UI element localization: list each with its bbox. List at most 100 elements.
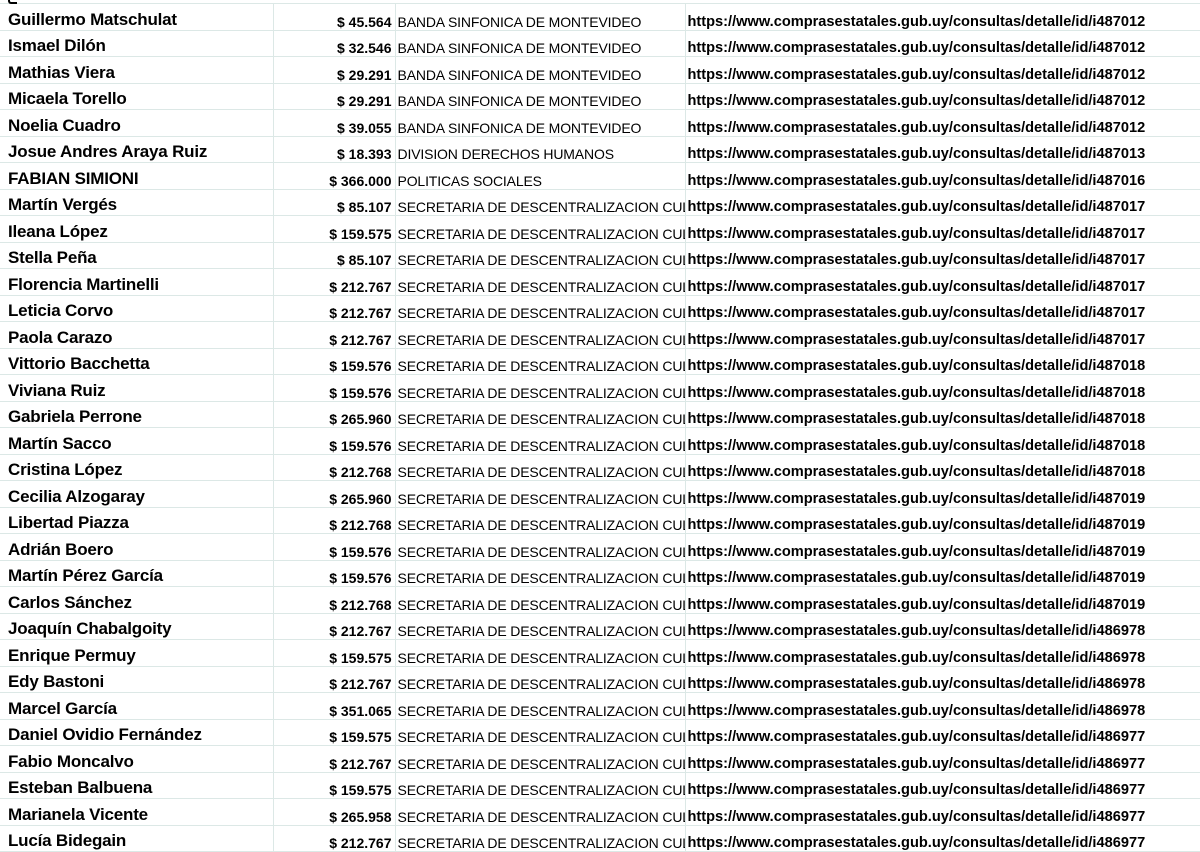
cell-department[interactable]: SECRETARIA DE DESCENTRALIZACION CULT <box>395 427 686 455</box>
cell-department[interactable]: SECRETARIA DE DESCENTRALIZACION CULT <box>395 719 686 746</box>
cell-name[interactable]: Mathias Viera <box>0 56 274 84</box>
cell-url[interactable]: https://www.comprasestatales.gub.uy/cons… <box>685 242 1200 269</box>
cell-url[interactable]: https://www.comprasestatales.gub.uy/cons… <box>685 401 1200 428</box>
cell-department[interactable]: SECRETARIA DE DESCENTRALIZACION CULT <box>395 321 686 349</box>
cell-department[interactable]: SECRETARIA DE DESCENTRALIZACION CULT <box>395 480 686 508</box>
cell-amount[interactable]: $ 159.576 <box>273 348 396 375</box>
cell-amount[interactable]: $ 29.291 <box>273 83 396 110</box>
cell-amount[interactable]: $ 159.576 <box>273 560 396 587</box>
cell-department[interactable]: SECRETARIA DE DESCENTRALIZACION CULT <box>395 268 686 296</box>
cell-amount[interactable]: $ 39.055 <box>273 109 396 137</box>
cell-url[interactable]: https://www.comprasestatales.gub.uy/cons… <box>685 109 1200 137</box>
cell-name[interactable]: Carlos Sánchez <box>0 586 274 614</box>
cell-amount[interactable]: $ 212.767 <box>273 745 396 773</box>
cell-url[interactable]: https://www.comprasestatales.gub.uy/cons… <box>685 348 1200 375</box>
cell-department[interactable]: SECRETARIA DE DESCENTRALIZACION CULT <box>395 772 686 799</box>
cell-url[interactable]: https://www.comprasestatales.gub.uy/cons… <box>685 560 1200 587</box>
cell-url[interactable]: https://www.comprasestatales.gub.uy/cons… <box>685 507 1200 534</box>
cell-url[interactable]: https://www.comprasestatales.gub.uy/cons… <box>685 798 1200 826</box>
cell-department[interactable]: SECRETARIA DE DESCENTRALIZACION CULT <box>395 374 686 402</box>
cell-url[interactable]: https://www.comprasestatales.gub.uy/cons… <box>685 56 1200 84</box>
cell-name[interactable]: Esteban Balbuena <box>0 772 274 799</box>
cell-department[interactable]: BANDA SINFONICA DE MONTEVIDEO <box>395 56 686 84</box>
cell-department[interactable]: SECRETARIA DE DESCENTRALIZACION CULT <box>395 189 686 216</box>
cell-amount[interactable]: $ 159.575 <box>273 719 396 746</box>
cell-name[interactable]: Marianela Vicente <box>0 798 274 826</box>
cell-department[interactable]: SECRETARIA DE DESCENTRALIZACION CULT <box>395 454 686 481</box>
cell-name[interactable]: FABIAN SIMIONI <box>0 162 274 190</box>
cell-amount[interactable]: $ 212.767 <box>273 666 396 693</box>
cell-url[interactable]: https://www.comprasestatales.gub.uy/cons… <box>685 666 1200 693</box>
cell-department[interactable]: BANDA SINFONICA DE MONTEVIDEO <box>395 83 686 110</box>
cell-department[interactable]: SECRETARIA DE DESCENTRALIZACION CULT <box>395 295 686 322</box>
cell-url[interactable]: https://www.comprasestatales.gub.uy/cons… <box>685 825 1200 852</box>
cell-amount[interactable]: $ 212.767 <box>273 321 396 349</box>
cell-amount[interactable]: $ 265.960 <box>273 480 396 508</box>
cell-name[interactable]: Guillermo Matschulat <box>0 4 274 31</box>
cell-name[interactable]: Daniel Ovidio Fernández <box>0 719 274 746</box>
cell-url[interactable]: https://www.comprasestatales.gub.uy/cons… <box>685 268 1200 296</box>
cell-name[interactable]: Martín Sacco <box>0 427 274 455</box>
cell-url[interactable]: https://www.comprasestatales.gub.uy/cons… <box>685 719 1200 746</box>
cell-amount[interactable]: $ 212.768 <box>273 454 396 481</box>
cell-name[interactable]: Lucía Bidegain <box>0 825 274 852</box>
cell-department[interactable]: BANDA SINFONICA DE MONTEVIDEO <box>395 4 686 31</box>
cell-url[interactable]: https://www.comprasestatales.gub.uy/cons… <box>685 136 1200 163</box>
cell-name[interactable]: Libertad Piazza <box>0 507 274 534</box>
cell-department[interactable]: SECRETARIA DE DESCENTRALIZACION CULT <box>395 401 686 428</box>
cell-amount[interactable]: $ 29.291 <box>273 56 396 84</box>
cell-url[interactable]: https://www.comprasestatales.gub.uy/cons… <box>685 321 1200 349</box>
cell-department[interactable]: SECRETARIA DE DESCENTRALIZACION CULT <box>395 348 686 375</box>
cell-url[interactable]: https://www.comprasestatales.gub.uy/cons… <box>685 533 1200 561</box>
cell-url[interactable]: https://www.comprasestatales.gub.uy/cons… <box>685 692 1200 720</box>
cell-name[interactable]: Josue Andres Araya Ruiz <box>0 136 274 163</box>
cell-name[interactable]: Gabriela Perrone <box>0 401 274 428</box>
cell-amount[interactable]: $ 159.576 <box>273 374 396 402</box>
cell-amount[interactable]: $ 85.107 <box>273 189 396 216</box>
cell-url[interactable]: https://www.comprasestatales.gub.uy/cons… <box>685 454 1200 481</box>
cell-amount[interactable]: $ 212.768 <box>273 586 396 614</box>
cell-amount[interactable]: $ 18.393 <box>273 136 396 163</box>
cell-url[interactable]: https://www.comprasestatales.gub.uy/cons… <box>685 745 1200 773</box>
cell-amount[interactable]: $ 212.767 <box>273 295 396 322</box>
cell-amount[interactable]: $ 32.546 <box>273 30 396 57</box>
cell-department[interactable]: SECRETARIA DE DESCENTRALIZACION CULT <box>395 745 686 773</box>
cell-url[interactable]: https://www.comprasestatales.gub.uy/cons… <box>685 162 1200 190</box>
cell-department[interactable]: SECRETARIA DE DESCENTRALIZACION CULT <box>395 798 686 826</box>
cell-name[interactable]: Marcel García <box>0 692 274 720</box>
cell-department[interactable]: SECRETARIA DE DESCENTRALIZACION CULT <box>395 242 686 269</box>
cell-amount[interactable]: $ 45.564 <box>273 4 396 31</box>
cell-department[interactable]: SECRETARIA DE DESCENTRALIZACION CULT <box>395 586 686 614</box>
cell-name[interactable]: Martín Vergés <box>0 189 274 216</box>
cell-amount[interactable]: $ 159.575 <box>273 772 396 799</box>
cell-amount[interactable]: $ 212.768 <box>273 507 396 534</box>
cell-url[interactable]: https://www.comprasestatales.gub.uy/cons… <box>685 215 1200 243</box>
cell-name[interactable]: Martín Pérez García <box>0 560 274 587</box>
cell-name[interactable]: Fabio Moncalvo <box>0 745 274 773</box>
cell-department[interactable]: SECRETARIA DE DESCENTRALIZACION CULT <box>395 215 686 243</box>
cell-amount[interactable]: $ 212.767 <box>273 613 396 640</box>
cell-amount[interactable]: $ 366.000 <box>273 162 396 190</box>
cell-name[interactable]: Ismael Dilón <box>0 30 274 57</box>
cell-amount[interactable]: $ 265.958 <box>273 798 396 826</box>
cell-name[interactable]: Vittorio Bacchetta <box>0 348 274 375</box>
cell-url[interactable]: https://www.comprasestatales.gub.uy/cons… <box>685 639 1200 667</box>
cell-department[interactable]: SECRETARIA DE DESCENTRALIZACION CULT <box>395 613 686 640</box>
cell-name[interactable]: Leticia Corvo <box>0 295 274 322</box>
cell-name[interactable]: Edy Bastoni <box>0 666 274 693</box>
cell-url[interactable]: https://www.comprasestatales.gub.uy/cons… <box>685 189 1200 216</box>
cell-amount[interactable]: $ 159.576 <box>273 533 396 561</box>
cell-name[interactable]: Adrián Boero <box>0 533 274 561</box>
cell-amount[interactable]: $ 159.575 <box>273 215 396 243</box>
cell-name[interactable]: Noelia Cuadro <box>0 109 274 137</box>
cell-department[interactable]: SECRETARIA DE DESCENTRALIZACION CULT <box>395 507 686 534</box>
cell-department[interactable]: BANDA SINFONICA DE MONTEVIDEO <box>395 109 686 137</box>
cell-amount[interactable]: $ 351.065 <box>273 692 396 720</box>
cell-department[interactable]: SECRETARIA DE DESCENTRALIZACION CULT <box>395 692 686 720</box>
cell-url[interactable]: https://www.comprasestatales.gub.uy/cons… <box>685 295 1200 322</box>
cell-department[interactable]: SECRETARIA DE DESCENTRALIZACION CULT <box>395 666 686 693</box>
cell-name[interactable]: Stella Peña <box>0 242 274 269</box>
cell-name[interactable]: Cecilia Alzogaray <box>0 480 274 508</box>
cell-department[interactable]: POLITICAS SOCIALES <box>395 162 686 190</box>
cell-url[interactable]: https://www.comprasestatales.gub.uy/cons… <box>685 374 1200 402</box>
